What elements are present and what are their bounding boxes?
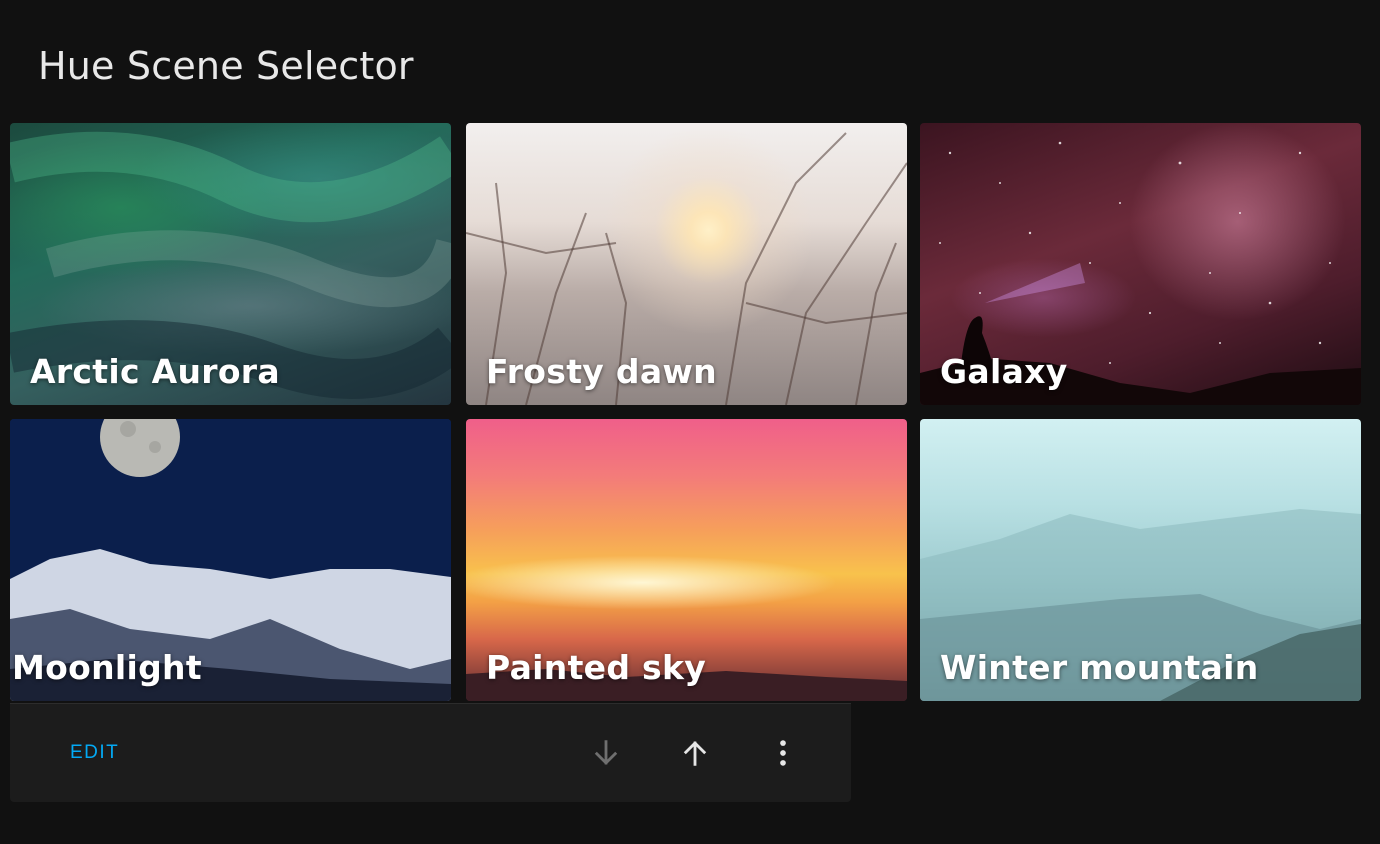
scene-tile-galaxy[interactable]: Galaxy	[920, 123, 1361, 405]
scene-tile-painted-sky[interactable]: Painted sky	[466, 419, 907, 701]
scene-tile-arctic-aurora[interactable]: Arctic Aurora	[10, 123, 451, 405]
card-actions: EDIT	[10, 703, 851, 802]
edit-button[interactable]: EDIT	[60, 734, 129, 772]
scene-tile-moonlight[interactable]: Moonlight	[10, 419, 451, 701]
scene-label: Winter mountain	[940, 648, 1259, 687]
page-title: Hue Scene Selector	[38, 44, 414, 88]
scene-tile-winter-mountain[interactable]: Winter mountain	[920, 419, 1361, 701]
move-up-button[interactable]	[672, 730, 718, 776]
scene-tile-frosty-dawn[interactable]: Frosty dawn	[466, 123, 907, 405]
scene-label: Frosty dawn	[486, 352, 717, 391]
more-options-button[interactable]	[760, 730, 806, 776]
scene-label: Moonlight	[12, 648, 202, 687]
scene-label: Painted sky	[486, 648, 707, 687]
more-vert-icon	[780, 740, 786, 766]
move-down-button[interactable]	[583, 730, 629, 776]
arrow-up-icon	[683, 741, 707, 766]
scene-label: Galaxy	[940, 352, 1068, 391]
scene-label: Arctic Aurora	[30, 352, 280, 391]
arrow-down-icon	[594, 740, 618, 765]
